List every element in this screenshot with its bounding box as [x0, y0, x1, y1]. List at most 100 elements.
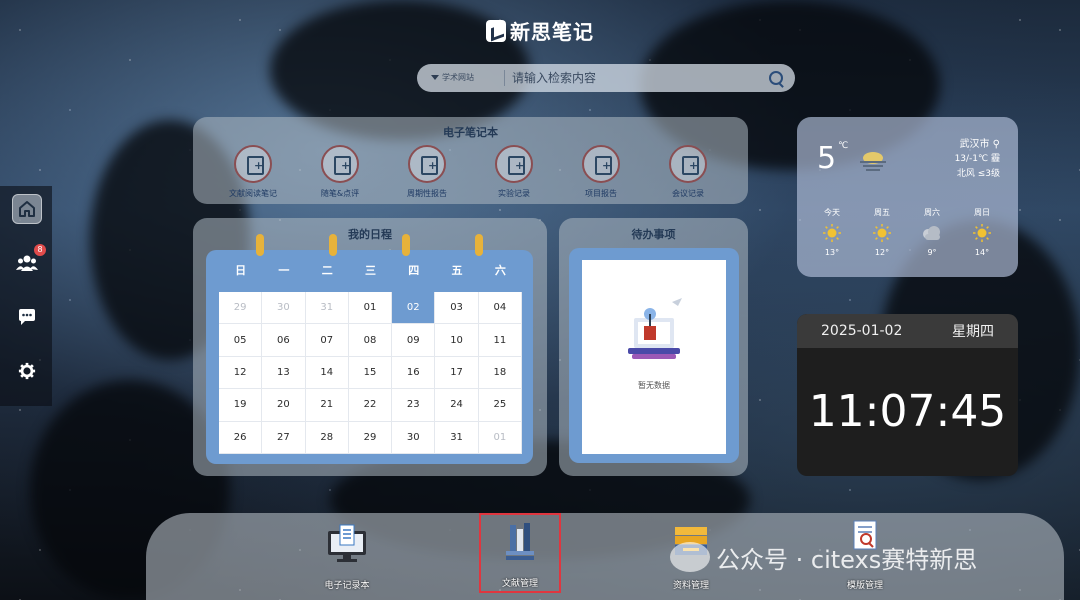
calendar-day[interactable]: 29	[219, 292, 263, 325]
sun-icon	[873, 224, 891, 242]
calendar-day[interactable]: 24	[435, 389, 479, 422]
calendar-day[interactable]: 03	[435, 292, 479, 325]
calendar-day[interactable]: 17	[435, 356, 479, 390]
app-logo: 新思笔记	[0, 16, 1080, 45]
haze-icon	[860, 152, 886, 171]
calendar-day[interactable]: 01	[348, 292, 393, 325]
empty-data-illustration	[628, 298, 682, 359]
calendar-ring	[402, 234, 410, 256]
dock-item-literature-management[interactable]: 文献管理	[479, 513, 561, 593]
gear-icon	[18, 362, 36, 380]
notebook-item-label: 周期性报告	[407, 189, 447, 198]
notebook-item-label: 实验记录	[498, 189, 530, 198]
calendar-day[interactable]: 16	[392, 356, 436, 390]
calendar-weekday: 日	[235, 264, 247, 277]
notebook-item-literature[interactable]: 文献阅读笔记	[213, 145, 293, 199]
search-icon[interactable]	[759, 64, 795, 92]
app-title: 新思笔记	[510, 20, 594, 44]
calendar-day[interactable]: 06	[262, 324, 306, 357]
notebook-item-periodic-report[interactable]: 周期性报告	[387, 145, 467, 199]
monitor-document-icon	[328, 524, 366, 562]
forecast-temp: 9°	[927, 248, 937, 257]
temperature-unit: ℃	[838, 141, 849, 151]
clock-weekday: 星期四	[952, 324, 994, 340]
calendar-day[interactable]: 04	[478, 292, 522, 325]
calendar-day[interactable]: 18	[478, 356, 522, 390]
search-category-label: 学术网站	[442, 73, 474, 82]
calendar-day[interactable]: 28	[305, 421, 349, 454]
location-pin-icon: ⚲	[992, 139, 1000, 150]
calendar-day[interactable]: 30	[392, 421, 436, 454]
clock-time: 11:07:45	[808, 386, 1007, 437]
search-category-select[interactable]: 学术网站	[417, 70, 505, 86]
home-icon	[19, 201, 35, 217]
calendar-weekday: 二	[321, 264, 333, 277]
notebook-item-label: 随笔&点评	[320, 189, 360, 198]
notebook-items: 文献阅读笔记 随笔&点评 周期性报告 实验记录 项目报告 会议记录	[213, 145, 728, 199]
clock-header: 2025-01-02 星期四	[797, 314, 1018, 348]
calendar-grid: 29 30 31 01 02 03 04 05 06 07 08 09 10 11 12 13 14 15 16 17…	[219, 292, 522, 454]
calendar-day[interactable]: 31	[435, 421, 479, 454]
current-temperature: 5 ℃	[817, 141, 848, 176]
forecast-day: 今天 13°	[807, 207, 857, 257]
sidebar-item-settings[interactable]	[12, 356, 42, 386]
search-input[interactable]	[505, 71, 759, 85]
forecast-day: 周日 14°	[957, 207, 1007, 257]
calendar-day[interactable]: 23	[392, 389, 436, 422]
calendar-day[interactable]: 08	[348, 324, 393, 357]
notebook-item-essay[interactable]: 随笔&点评	[300, 145, 380, 199]
calendar-day[interactable]: 19	[219, 389, 263, 422]
calendar-day[interactable]: 30	[262, 292, 306, 325]
calendar-day[interactable]: 12	[219, 356, 263, 390]
forecast-temp: 14°	[974, 248, 990, 257]
notebook-item-label: 会议记录	[672, 189, 704, 198]
search-bar: 学术网站	[417, 64, 795, 92]
sidebar-item-chat[interactable]	[12, 302, 42, 332]
sidebar-item-home[interactable]	[12, 194, 42, 224]
empty-data-label: 暂无数据	[638, 381, 670, 390]
calendar-day[interactable]: 09	[392, 324, 436, 357]
add-note-icon	[321, 145, 359, 183]
forecast-day-label: 今天	[824, 208, 840, 217]
calendar-day[interactable]: 13	[262, 356, 306, 390]
calendar-day[interactable]: 10	[435, 324, 479, 357]
schedule-panel: 我的日程 日一二三四五六 29 30 31 01 02 03 04 05 06 07 08 09 10 1…	[193, 218, 547, 476]
calendar-day[interactable]: 31	[305, 292, 349, 325]
calendar-day[interactable]: 21	[305, 389, 349, 422]
weather-forecast: 今天 13° 周五 12° 周六 9° 周日 14°	[807, 207, 1007, 257]
calendar-day[interactable]: 11	[478, 324, 522, 357]
calendar-day[interactable]: 29	[348, 421, 393, 454]
notebook-item-meeting[interactable]: 会议记录	[648, 145, 728, 199]
notebook-panel: 电子笔记本 文献阅读笔记 随笔&点评 周期性报告 实验记录 项目报告 会议记录	[193, 117, 748, 204]
todo-panel: 待办事项 暂无数据	[559, 218, 748, 476]
calendar-day[interactable]: 01	[478, 421, 522, 454]
calendar-day[interactable]: 25	[478, 389, 522, 422]
calendar-day[interactable]: 05	[219, 324, 263, 357]
forecast-day-label: 周日	[974, 208, 990, 217]
add-note-icon	[582, 145, 620, 183]
calendar-weekdays: 日一二三四五六	[219, 262, 522, 278]
calendar-day[interactable]: 07	[305, 324, 349, 357]
add-note-icon	[234, 145, 272, 183]
logo-icon	[486, 20, 506, 42]
weather-location: 武汉市 ⚲ 13/-1℃ 霾 北风 ≤3级	[955, 137, 1000, 182]
calendar-day[interactable]: 14	[305, 356, 349, 390]
notebook-item-experiment[interactable]: 实验记录	[474, 145, 554, 199]
books-icon	[506, 523, 534, 560]
add-note-icon	[495, 145, 533, 183]
city-name: 武汉市	[959, 139, 990, 150]
dock-item-electronic-notebook[interactable]: 电子记录本	[306, 513, 388, 593]
sidebar: 8	[0, 186, 52, 406]
calendar-day-today[interactable]: 02	[392, 292, 436, 325]
clock-date: 2025-01-02	[821, 323, 903, 339]
weather-panel: 5 ℃ 武汉市 ⚲ 13/-1℃ 霾 北风 ≤3级 今天 13° 周五 12° 周…	[797, 117, 1018, 277]
calendar-day[interactable]: 22	[348, 389, 393, 422]
notebook-item-project-report[interactable]: 项目报告	[561, 145, 641, 199]
calendar-day[interactable]: 26	[219, 421, 263, 454]
calendar-day[interactable]: 15	[348, 356, 393, 390]
calendar-day[interactable]: 20	[262, 389, 306, 422]
sun-icon	[973, 224, 991, 242]
sidebar-item-team[interactable]: 8	[12, 244, 46, 278]
todo-list: 暂无数据	[582, 260, 726, 454]
calendar-day[interactable]: 27	[262, 421, 306, 454]
